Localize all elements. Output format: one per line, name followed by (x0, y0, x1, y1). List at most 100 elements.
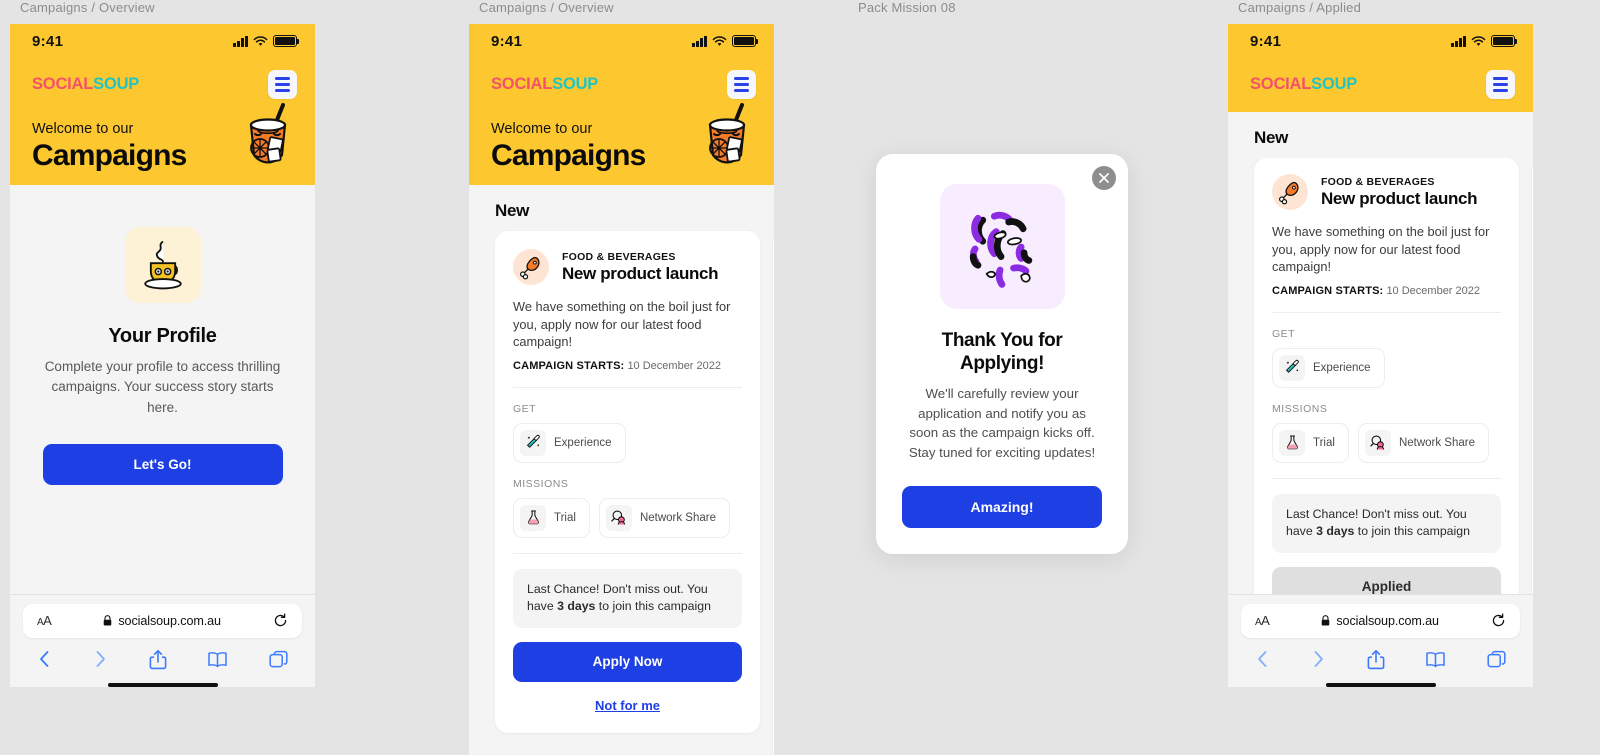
section-title-new: New (1254, 128, 1289, 147)
coffee-cup-icon (124, 227, 201, 303)
campaign-card-next-partial[interactable] (1532, 158, 1533, 594)
book-icon[interactable] (1425, 651, 1446, 668)
browser-chrome: AA socialsoup.com.au (1228, 593, 1533, 687)
note-suffix: to join this campaign (1354, 524, 1470, 539)
not-for-me-link[interactable]: Not for me (513, 698, 742, 713)
hero: Welcome to our Campaigns (469, 99, 774, 185)
panel-campaigns-applied: Campaigns / Applied 9:41 SOCIALSOUP New … (1228, 0, 1533, 687)
logo-social: SOCIAL (491, 75, 553, 93)
url-text: socialsoup.com.au (118, 613, 221, 628)
note-suffix: to join this campaign (595, 599, 711, 614)
screenshot-stage: Campaigns / Overview 9:41 SOCIALSOUP Wel… (0, 0, 1600, 755)
reload-icon[interactable] (1491, 613, 1506, 628)
campaign-description: We have something on the boil just for y… (1272, 224, 1490, 275)
divider (1272, 477, 1501, 479)
network-share-icon (605, 504, 632, 531)
divider (1272, 311, 1501, 313)
close-icon[interactable] (1092, 166, 1116, 190)
home-indicator (1325, 682, 1436, 687)
hero-subtitle: Welcome to our (491, 121, 593, 138)
tabs-icon[interactable] (1487, 650, 1506, 669)
battery-icon (732, 35, 759, 47)
panel-caption: Campaigns / Applied (1238, 0, 1362, 15)
chip-trial[interactable]: Trial (513, 497, 590, 538)
profile-title: Your Profile (108, 325, 217, 347)
panel-caption: Pack Mission 08 (858, 0, 956, 15)
hamburger-menu-button[interactable] (1486, 70, 1515, 99)
chip-experience[interactable]: Experience (513, 422, 626, 463)
chevron-right-icon[interactable] (1311, 649, 1326, 669)
chip-label: Network Share (1398, 436, 1475, 449)
share-icon[interactable] (149, 649, 167, 670)
section-title-new: New (495, 201, 530, 220)
url-bar[interactable]: AA socialsoup.com.au (1241, 603, 1520, 638)
chip-network-share[interactable]: Network Share (1357, 422, 1489, 463)
browser-nav-row (23, 638, 302, 670)
cocktail-glass-icon (696, 99, 758, 173)
hamburger-menu-button[interactable] (727, 70, 756, 99)
brand-row: SOCIALSOUP (1228, 58, 1533, 99)
app-header: SOCIALSOUP (1228, 58, 1533, 112)
chip-label: Trial (554, 511, 576, 524)
status-time: 9:41 (32, 32, 64, 50)
campaign-start-row: CAMPAIGN STARTS: 10 December 2022 (513, 360, 742, 372)
campaign-card[interactable]: FOOD & BEVERAGES New product launch We h… (495, 231, 760, 733)
campaign-list: New FOOD & BEVERAGES New product launch … (469, 185, 774, 755)
wifi-icon (1471, 36, 1486, 47)
chevron-right-icon[interactable] (93, 649, 108, 669)
text-size-button[interactable]: AA (1255, 613, 1270, 628)
tabs-icon[interactable] (269, 650, 288, 669)
phone-frame: 9:41 SOCIALSOUP New FOOD & BEVERAGES New… (1228, 24, 1533, 687)
chip-trial[interactable]: Trial (1272, 422, 1349, 463)
mission-chips: Trial Network Share (513, 497, 742, 538)
amazing-button[interactable]: Amazing! (902, 486, 1102, 529)
missions-label: MISSIONS (513, 477, 569, 490)
get-chips: Experience (513, 422, 742, 463)
get-label: GET (1272, 327, 1296, 340)
url-bar[interactable]: AA socialsoup.com.au (23, 603, 302, 638)
chip-label: Experience (554, 436, 612, 449)
logo: SOCIALSOUP (32, 75, 139, 94)
reload-icon[interactable] (273, 613, 288, 628)
chevron-left-icon[interactable] (1255, 649, 1270, 669)
hero: Welcome to our Campaigns (10, 99, 315, 185)
brand-row: SOCIALSOUP (469, 58, 774, 99)
wifi-icon (712, 36, 727, 47)
note-bold: 3 days (557, 599, 596, 614)
status-icons (692, 35, 759, 47)
chip-network-share[interactable]: Network Share (598, 497, 730, 538)
lock-icon (104, 615, 112, 626)
note-bold: 3 days (1316, 524, 1355, 539)
cocktail-glass-icon (237, 99, 299, 173)
hero-title: Campaigns (491, 138, 646, 172)
modal-overlay: Thank You for Applying! We'll carefully … (848, 24, 1188, 724)
status-time: 9:41 (1250, 32, 1282, 50)
chevron-left-icon[interactable] (37, 649, 52, 669)
campaign-card-applied[interactable]: FOOD & BEVERAGES New product launch We h… (1254, 158, 1519, 594)
lets-go-button[interactable]: Let's Go! (42, 443, 283, 485)
book-icon[interactable] (207, 651, 228, 668)
campaign-card-next-partial[interactable] (773, 231, 774, 755)
hero-text: Welcome to our Campaigns (491, 120, 646, 173)
chip-experience[interactable]: Experience (1272, 347, 1385, 388)
campaign-description: We have something on the boil just for y… (513, 299, 731, 350)
apply-now-button[interactable]: Apply Now (513, 641, 742, 682)
campaign-card-header: FOOD & BEVERAGES New product launch (513, 249, 742, 285)
profile-content: Your Profile Complete your profile to ac… (10, 185, 315, 594)
logo-social: SOCIAL (32, 75, 94, 93)
panel-thank-you-modal: Pack Mission 08 Thank You for Applying! … (848, 0, 1188, 724)
panel-caption: Campaigns / Overview (20, 0, 155, 15)
logo-social: SOCIAL (1250, 75, 1312, 93)
magic-wand-icon (1279, 354, 1305, 381)
share-icon[interactable] (1367, 649, 1385, 670)
confetti-icon (939, 184, 1065, 309)
panel-caption: Campaigns / Overview (479, 0, 614, 15)
campaign-cards-row: FOOD & BEVERAGES New product launch We h… (469, 231, 774, 755)
profile-empty-state: Your Profile Complete your profile to ac… (10, 185, 315, 485)
text-size-button[interactable]: AA (37, 613, 52, 628)
brand-row: SOCIALSOUP (10, 58, 315, 99)
hamburger-menu-button[interactable] (268, 70, 297, 99)
campaign-card-titles: FOOD & BEVERAGES New product launch (562, 251, 719, 284)
campaign-starts-label: CAMPAIGN STARTS: (513, 359, 625, 372)
cellular-signal-icon (1451, 35, 1466, 47)
